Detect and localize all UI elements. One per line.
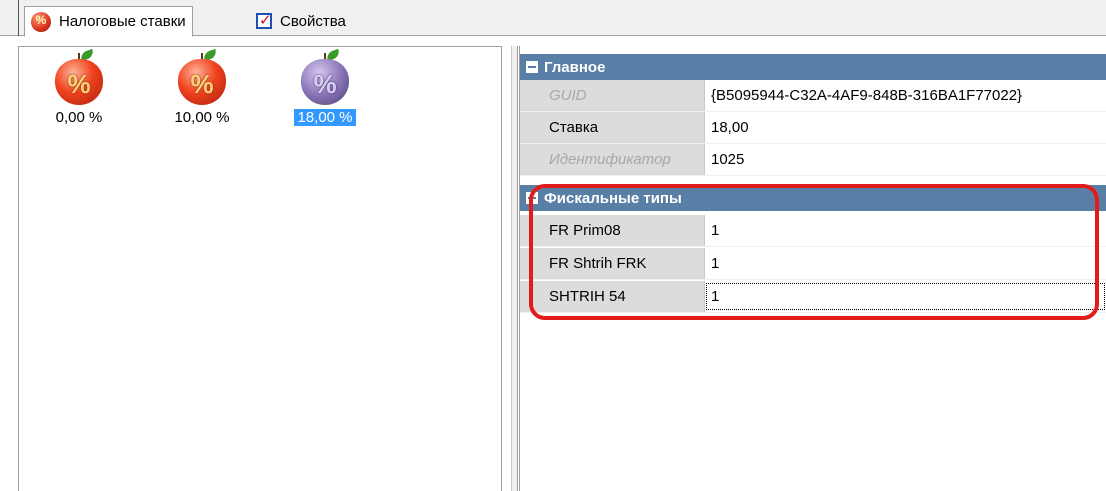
rate-item[interactable]: % 10,00 %	[152, 48, 252, 126]
category-fiscal-types[interactable]: Фискальные типы	[520, 185, 1106, 211]
tab-tax-rates-label: Налоговые ставки	[59, 13, 186, 30]
property-name: GUID	[520, 80, 704, 111]
property-row-identifier[interactable]: Идентификатор 1025	[520, 144, 1106, 176]
tax-rates-list: % 0,00 % % 10,00 % % 18,00 %	[18, 46, 502, 491]
property-value[interactable]: 1	[704, 215, 1106, 246]
tax-apple-icon: %	[175, 48, 229, 105]
collapse-icon[interactable]	[526, 61, 538, 73]
rate-label: 10,00 %	[174, 109, 230, 126]
property-row-rate[interactable]: Ставка 18,00	[520, 112, 1106, 144]
rate-label: 0,00 %	[55, 109, 103, 126]
tax-apple-icon	[31, 11, 51, 32]
property-name: FR Prim08	[520, 215, 704, 246]
collapse-icon[interactable]	[526, 192, 538, 204]
property-value[interactable]: {B5095944-C32A-4AF9-848B-316BA1F77022}	[704, 80, 1106, 111]
tab-strip-divider	[18, 0, 19, 36]
property-name: Ставка	[520, 112, 704, 143]
rate-item[interactable]: % 0,00 %	[29, 48, 129, 126]
rate-label-selected: 18,00 %	[294, 109, 356, 126]
category-main[interactable]: Главное	[520, 54, 1106, 80]
category-label: Главное	[544, 58, 606, 76]
category-label: Фискальные типы	[544, 189, 682, 207]
property-value[interactable]: 1	[704, 248, 1106, 279]
panel-splitter[interactable]	[511, 46, 518, 491]
tax-apple-selected-icon: %	[298, 48, 352, 105]
rate-item-selected[interactable]: % 18,00 %	[275, 48, 375, 126]
property-row-shtrih-54[interactable]: SHTRIH 54 1	[520, 281, 1106, 313]
property-value[interactable]: 1	[704, 281, 1106, 312]
property-name: FR Shtrih FRK	[520, 248, 704, 279]
checkbox-icon	[256, 11, 272, 29]
property-row-fr-prim08[interactable]: FR Prim08 1	[520, 215, 1106, 247]
property-value[interactable]: 1025	[704, 144, 1106, 175]
tax-apple-icon: %	[52, 48, 106, 105]
property-name: SHTRIH 54	[520, 281, 704, 312]
tab-properties[interactable]: Свойства	[250, 6, 352, 36]
property-row-guid[interactable]: GUID {B5095944-C32A-4AF9-848B-316BA1F770…	[520, 80, 1106, 112]
property-name: Идентификатор	[520, 144, 704, 175]
property-value[interactable]: 18,00	[704, 112, 1106, 143]
tab-properties-label: Свойства	[280, 12, 346, 30]
property-row-fr-shtrih-frk[interactable]: FR Shtrih FRK 1	[520, 248, 1106, 280]
property-grid: Главное GUID {B5095944-C32A-4AF9-848B-31…	[519, 46, 1106, 491]
tab-tax-rates[interactable]: Налоговые ставки	[24, 6, 193, 37]
tab-strip: Налоговые ставки Свойства	[0, 0, 1106, 37]
